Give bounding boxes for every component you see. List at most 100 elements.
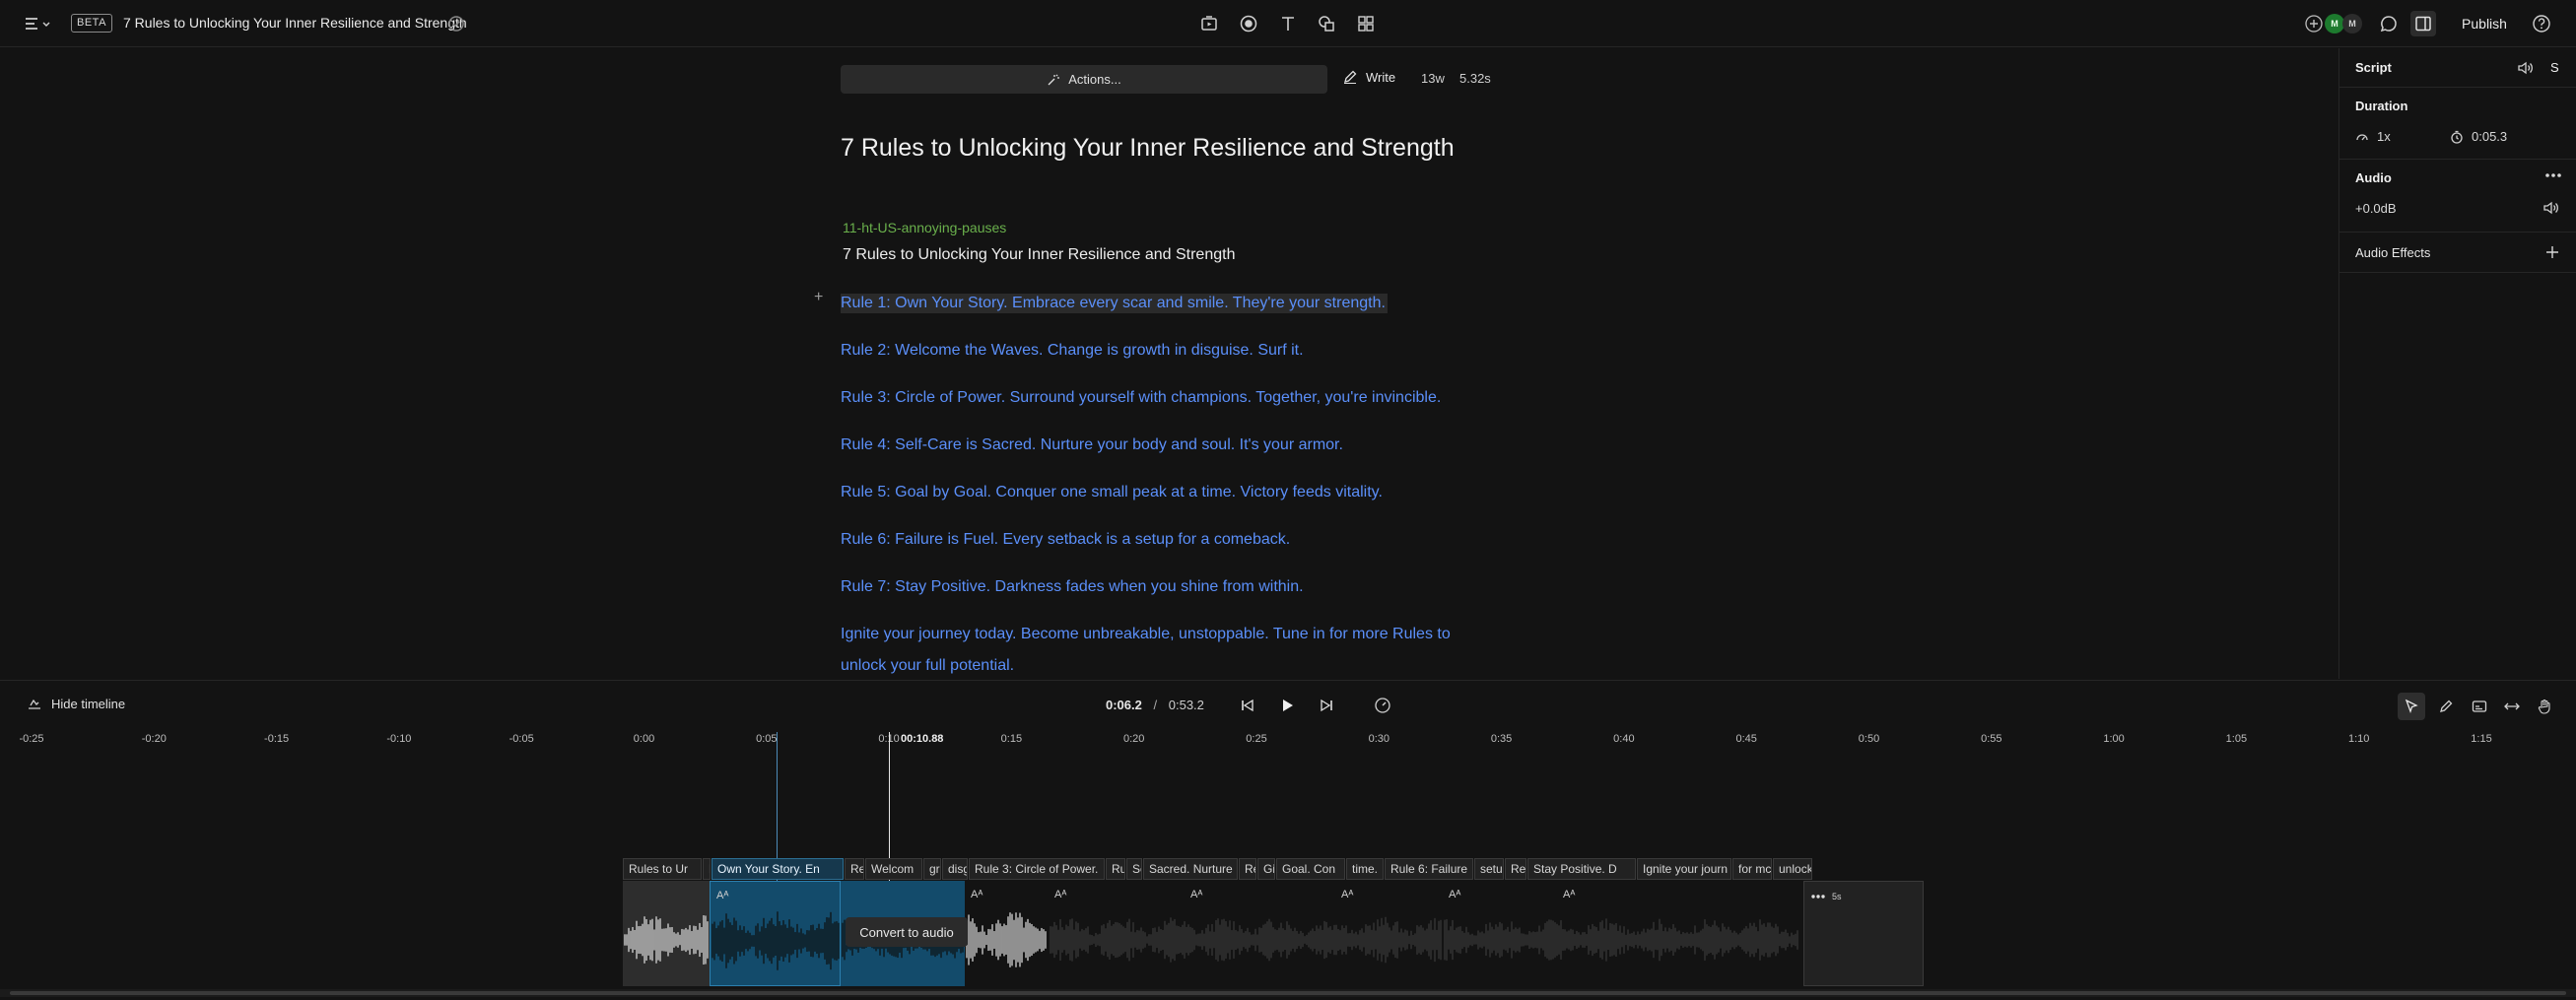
- hand-tool-button[interactable]: [2531, 693, 2558, 720]
- speedometer-icon: [2356, 133, 2368, 140]
- speaker-label[interactable]: S: [2550, 60, 2559, 75]
- actions-button[interactable]: Actions...: [841, 65, 1327, 94]
- script-line[interactable]: Rule 2: Welcome the Waves. Change is gro…: [841, 341, 1304, 361]
- audio-clip[interactable]: Aᴬ Aᴬ: [1443, 881, 1799, 986]
- publish-button[interactable]: Publish: [2449, 8, 2520, 39]
- voice-marker: Aᴬ: [1054, 889, 1067, 900]
- gain-value[interactable]: +0.0dB: [2355, 201, 2397, 216]
- speed-button[interactable]: [1373, 696, 1392, 715]
- script-line[interactable]: Rule 7: Stay Positive. Darkness fades wh…: [841, 577, 1304, 597]
- ruler-tick: -0:20: [141, 733, 167, 745]
- caption-tool-button[interactable]: [2466, 693, 2493, 720]
- text-segment[interactable]: gr: [923, 858, 941, 880]
- text-segment[interactable]: Rules to Ur: [623, 858, 702, 880]
- text-segment[interactable]: Own Your Story. En: [712, 858, 844, 880]
- skip-back-button[interactable]: [1238, 696, 1257, 715]
- tail-duration: 5s: [1832, 892, 1842, 901]
- text-segment[interactable]: setu: [1474, 858, 1504, 880]
- speed-value: 1x: [2377, 129, 2391, 144]
- voice-settings-button[interactable]: [2515, 58, 2535, 78]
- text-segment[interactable]: Re: [703, 858, 711, 880]
- timeline-scrollbar[interactable]: [0, 989, 2576, 997]
- layouts-button[interactable]: [1355, 12, 1377, 35]
- pen-tool-button[interactable]: [2432, 693, 2460, 720]
- write-button[interactable]: Write: [1342, 69, 1395, 85]
- audio-clip[interactable]: [623, 881, 710, 986]
- text-segment[interactable]: unlock: [1773, 858, 1812, 880]
- playhead-time: 00:10.88: [901, 733, 944, 745]
- play-button[interactable]: [1276, 695, 1298, 716]
- text-segment[interactable]: Re: [1239, 858, 1256, 880]
- record-icon: [1240, 15, 1257, 33]
- add-block-icon[interactable]: +: [814, 289, 823, 306]
- text-segment[interactable]: Rule 6: Failure: [1385, 858, 1473, 880]
- speaker-icon: [2518, 61, 2533, 75]
- ruler-tick: -0:25: [19, 733, 44, 745]
- fit-width-button[interactable]: [2498, 693, 2526, 720]
- script-line[interactable]: Rule 1: Own Your Story. Embrace every sc…: [841, 294, 1388, 313]
- text-segment[interactable]: Sacred. Nurture: [1143, 858, 1238, 880]
- audio-more-button[interactable]: [2542, 167, 2564, 183]
- script-line[interactable]: unlock your full potential.: [841, 656, 1014, 676]
- text-segment[interactable]: Goal. Con: [1276, 858, 1345, 880]
- current-time: 0:06.2: [1106, 698, 1142, 712]
- length-control[interactable]: 0:05.3: [2450, 129, 2507, 144]
- invite-button[interactable]: [2304, 14, 2324, 33]
- audio-effects-section: Audio Effects: [2339, 233, 2576, 273]
- volume-button[interactable]: [2541, 199, 2560, 217]
- script-line[interactable]: Rule 6: Failure is Fuel. Every setback i…: [841, 530, 1290, 550]
- text-segment[interactable]: Se: [1126, 858, 1142, 880]
- text-segment[interactable]: Gi: [1257, 858, 1275, 880]
- comments-button[interactable]: [2379, 14, 2399, 33]
- text-segment[interactable]: Re: [1505, 858, 1526, 880]
- add-effect-button[interactable]: [2543, 243, 2561, 261]
- audio-clip[interactable]: Aᴬ: [965, 881, 1049, 986]
- document-title[interactable]: 7 Rules to Unlocking Your Inner Resilien…: [123, 15, 467, 31]
- avatar[interactable]: M: [2325, 14, 2344, 33]
- add-media-button[interactable]: [1198, 12, 1220, 35]
- text-segment[interactable]: Stay Positive. D: [1527, 858, 1636, 880]
- tail-clip[interactable]: 5s: [1803, 881, 1924, 986]
- hide-timeline-button[interactable]: Hide timeline: [28, 697, 125, 711]
- text-segment[interactable]: disg: [942, 858, 968, 880]
- text-segment[interactable]: Ru: [1106, 858, 1125, 880]
- text-segment[interactable]: time.: [1346, 858, 1384, 880]
- script-title-line[interactable]: 7 Rules to Unlocking Your Inner Resilien…: [843, 246, 1235, 264]
- help-icon: [2533, 15, 2550, 33]
- page-title[interactable]: 7 Rules to Unlocking Your Inner Resilien…: [841, 134, 1455, 163]
- ruler-tick: 0:55: [1981, 733, 2002, 745]
- avatar[interactable]: M: [2342, 14, 2362, 33]
- text-segment[interactable]: for mc: [1732, 858, 1772, 880]
- toggle-panel-button[interactable]: [2410, 11, 2436, 36]
- script-line[interactable]: Ignite your journey today. Become unbrea…: [841, 625, 1451, 644]
- properties-panel: Script S Duration 1x 0:05.3 Audio +0.0dB…: [2339, 48, 2576, 679]
- text-segment[interactable]: Welcom: [865, 858, 922, 880]
- scrollbar-thumb[interactable]: [10, 991, 2566, 995]
- shapes-button[interactable]: [1316, 12, 1337, 35]
- script-line[interactable]: Rule 5: Goal by Goal. Conquer one small …: [841, 483, 1383, 502]
- select-tool-button[interactable]: [2398, 693, 2425, 720]
- voice-label[interactable]: 11-ht-US-annoying-pauses: [843, 220, 1006, 235]
- skip-forward-button[interactable]: [1317, 696, 1336, 715]
- beta-badge: BETA: [71, 14, 112, 33]
- audio-clip[interactable]: Aᴬ Aᴬ Aᴬ: [1049, 881, 1443, 986]
- audio-clip-selected[interactable]: Aᴬ: [710, 881, 841, 986]
- audio-section: Audio +0.0dB: [2339, 160, 2576, 233]
- text-tool-button[interactable]: [1277, 12, 1299, 35]
- record-button[interactable]: [1238, 12, 1259, 35]
- help-button[interactable]: [2531, 13, 2552, 34]
- text-segment[interactable]: Ignite your journ: [1637, 858, 1731, 880]
- script-line[interactable]: Rule 3: Circle of Power. Surround yourse…: [841, 388, 1441, 408]
- pen-icon: [2440, 700, 2453, 712]
- skip-back-icon: [1242, 699, 1254, 712]
- ruler-tick: 0:50: [1858, 733, 1880, 745]
- text-segment[interactable]: Rule 3: Circle of Power.: [969, 858, 1105, 880]
- convert-to-audio-tooltip[interactable]: Convert to audio: [846, 917, 968, 947]
- text-segment[interactable]: Re: [845, 858, 864, 880]
- voice-marker: Aᴬ: [716, 890, 729, 901]
- speed-control[interactable]: 1x: [2355, 129, 2391, 144]
- voice-marker: Aᴬ: [1563, 889, 1576, 900]
- menu-icon: [26, 18, 50, 30]
- menu-button[interactable]: [22, 14, 55, 33]
- script-line[interactable]: Rule 4: Self-Care is Sacred. Nurture you…: [841, 435, 1343, 455]
